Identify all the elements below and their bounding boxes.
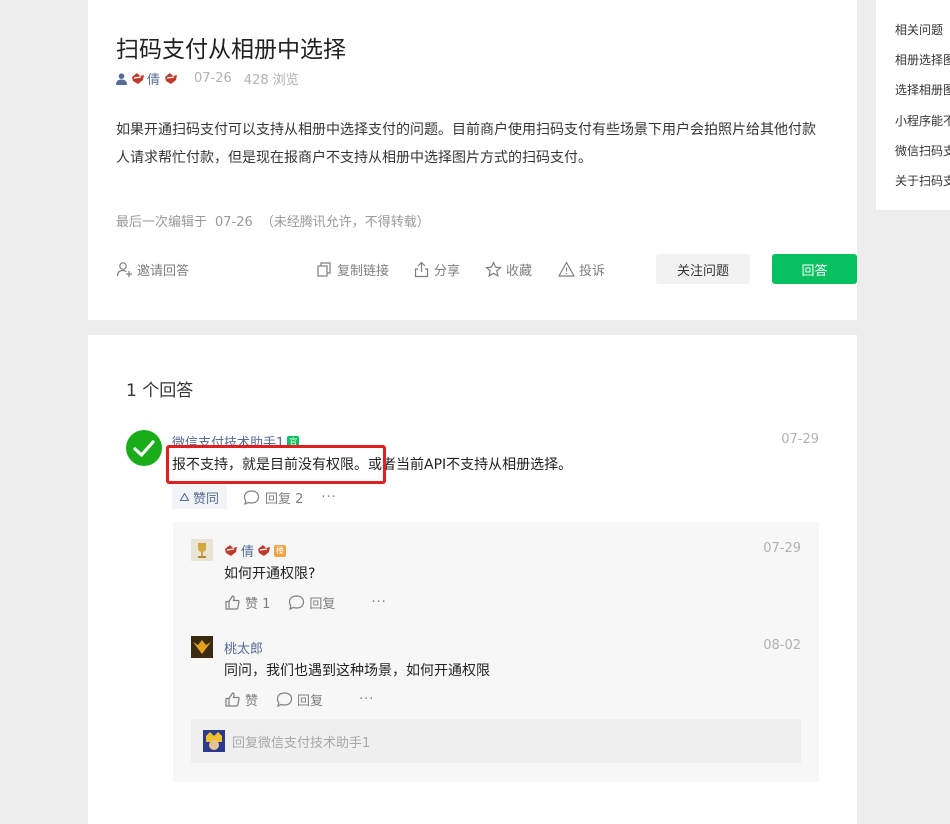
- reply-item: 倩 楼 07-29 如何开通权限? 赞 1 回复 ···: [191, 539, 801, 629]
- like-label: 赞同: [193, 491, 220, 507]
- copy-icon: [317, 262, 331, 277]
- question-meta: 倩 07-26 428 浏览: [116, 69, 299, 88]
- collect-label: 收藏: [506, 264, 533, 279]
- trophy-avatar[interactable]: [191, 539, 213, 561]
- more-options-icon[interactable]: ···: [359, 692, 374, 707]
- related-question-link[interactable]: 相册选择图: [895, 51, 950, 68]
- question-actions: 邀请回答 复制链接 分享 收藏 投诉 关注问题 回答: [116, 254, 857, 284]
- more-options-icon[interactable]: ···: [371, 595, 386, 610]
- answers-card: 1 个回答 微信支付技术助手1 官 07-29 报不支持，就是目前没有权限。或者…: [88, 335, 857, 824]
- invite-user-icon: [116, 262, 132, 277]
- question-author[interactable]: 倩: [147, 69, 160, 88]
- like-reply-button[interactable]: 赞: [224, 690, 258, 709]
- reply-like-label: 赞: [245, 694, 259, 709]
- question-body: 如果开通扫码支付可以支持从相册中选择支付的问题。目前商户使用扫码支付有些场景下用…: [116, 122, 816, 166]
- comment-icon: [289, 595, 305, 611]
- share-icon: [414, 261, 429, 278]
- question-views: 428 浏览: [243, 73, 299, 88]
- edit-prefix: 最后一次编辑于: [116, 215, 208, 230]
- answer-button[interactable]: 回答: [772, 254, 857, 284]
- answer-count: 1 个回答: [126, 381, 194, 401]
- red-highlight-box: [166, 445, 386, 484]
- replies-panel: 倩 楼 07-29 如何开通权限? 赞 1 回复 ··· 桃太郎 08-02 同…: [173, 522, 819, 782]
- star-icon: [485, 261, 502, 277]
- like-answer-button[interactable]: 赞同: [172, 485, 228, 509]
- reply-placeholder: 回复微信支付技术助手1: [232, 735, 371, 751]
- reply-to-reply-button[interactable]: 回复: [276, 690, 323, 709]
- reply-to-reply-button[interactable]: 回复: [288, 593, 335, 612]
- report-label: 投诉: [579, 264, 606, 279]
- thumbs-up-icon: [225, 595, 240, 610]
- reply-author-name: 倩: [241, 545, 255, 560]
- related-question-link[interactable]: 微信扫码支: [895, 142, 950, 159]
- related-question-link[interactable]: 小程序能不: [895, 112, 950, 129]
- reply-author-name: 桃太郎: [224, 642, 264, 657]
- sidebar-heading: 相关问题: [895, 23, 944, 37]
- edit-copyright: （未经腾讯允许，不得转载）: [260, 215, 430, 230]
- reply-author[interactable]: 桃太郎: [224, 638, 263, 657]
- op-badge: 楼: [274, 544, 287, 557]
- like-reply-button[interactable]: 赞 1: [224, 593, 270, 612]
- reply-text: 如何开通权限?: [224, 566, 316, 582]
- related-question-link[interactable]: 选择相册图: [895, 81, 950, 98]
- reply-author[interactable]: 倩 楼: [224, 541, 287, 560]
- more-options-icon[interactable]: ···: [321, 490, 336, 505]
- collect-button[interactable]: 收藏: [485, 260, 532, 279]
- user-avatar: [203, 730, 225, 752]
- question-title: 扫码支付从相册中选择: [116, 37, 346, 63]
- lips-emoji-icon: [132, 73, 144, 84]
- edit-date: 07-26: [215, 215, 253, 230]
- reply-item: 桃太郎 08-02 同问，我们也遇到这种场景，如何开通权限 赞 回复 ···: [191, 636, 801, 726]
- copy-link-button[interactable]: 复制链接: [316, 260, 389, 279]
- reply-like-label: 赞 1: [245, 597, 271, 612]
- upvote-triangle-icon: [180, 493, 189, 501]
- reply-input[interactable]: 回复微信支付技术助手1: [191, 719, 801, 763]
- follow-question-button[interactable]: 关注问题: [656, 254, 750, 284]
- user-icon: [116, 72, 127, 85]
- reply-date: 08-02: [763, 638, 801, 653]
- share-label: 分享: [434, 264, 461, 279]
- invite-label: 邀请回答: [137, 264, 190, 279]
- wechat-pay-avatar[interactable]: [126, 430, 162, 466]
- reply-reply-label: 回复: [297, 694, 324, 709]
- report-button[interactable]: 投诉: [558, 260, 605, 279]
- reply-text: 同问，我们也遇到这种场景，如何开通权限: [224, 663, 490, 679]
- answer-date: 07-29: [781, 432, 819, 447]
- reply-count-label: 回复 2: [265, 491, 304, 507]
- peach-avatar[interactable]: [191, 636, 213, 658]
- reply-reply-label: 回复: [309, 597, 336, 612]
- comment-icon: [243, 489, 260, 505]
- related-sidebar: 相关问题 相册选择图 选择相册图 小程序能不 微信扫码支 关于扫码支: [876, 0, 950, 210]
- related-question-link[interactable]: 关于扫码支: [895, 172, 950, 189]
- answer-actions: 赞同 回复 2 ···: [172, 485, 337, 509]
- share-button[interactable]: 分享: [413, 260, 460, 279]
- reply-answer-button[interactable]: 回复 2: [243, 488, 303, 507]
- warning-icon: [558, 261, 575, 277]
- invite-answer-button[interactable]: 邀请回答: [116, 260, 189, 279]
- reply-actions: 赞 回复 ···: [224, 690, 374, 709]
- comment-icon: [276, 692, 293, 708]
- question-card: 扫码支付从相册中选择 倩 07-26 428 浏览 如果开通扫码支付可以支持从相…: [88, 0, 857, 320]
- edit-note: 最后一次编辑于 07-26 （未经腾讯允许，不得转载）: [116, 211, 430, 230]
- question-date: 07-26: [194, 71, 232, 86]
- copy-link-label: 复制链接: [337, 264, 390, 279]
- lips-emoji-icon: [258, 545, 271, 556]
- lips-emoji-icon: [225, 545, 237, 556]
- lips-emoji-icon: [165, 73, 178, 84]
- reply-actions: 赞 1 回复 ···: [224, 593, 387, 612]
- thumbs-up-icon: [225, 692, 240, 707]
- reply-date: 07-29: [763, 541, 801, 556]
